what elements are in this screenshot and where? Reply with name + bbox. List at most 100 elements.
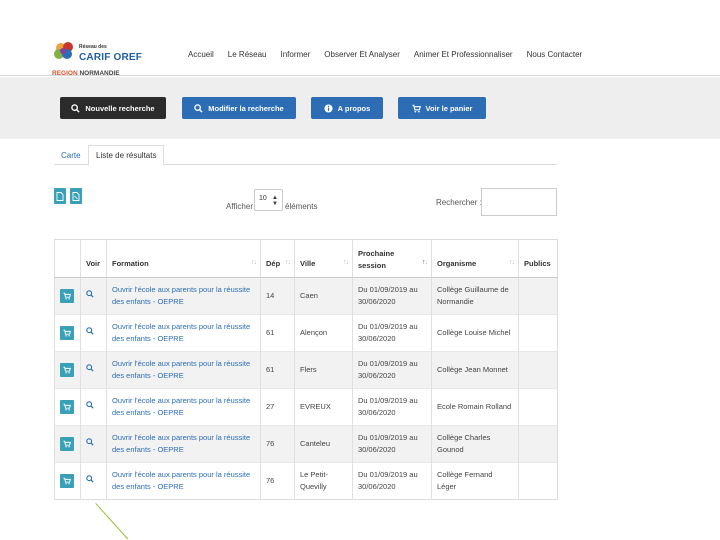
formation-cell: Ouvrir l'école aux parents pour la réuss… — [106, 425, 261, 463]
nav-item-informer[interactable]: Informer — [281, 50, 311, 59]
dep-cell: 14 — [260, 277, 295, 315]
search-toolbar: Nouvelle recherche Modifier la recherche… — [0, 77, 720, 139]
table-header-row: Voir Formation ↑↓ Dép ↑↓ Ville ↑↓ Prochaine… — [54, 239, 558, 278]
publics-cell — [518, 388, 558, 426]
elements-label: éléments — [285, 202, 318, 211]
spreadsheet-icon — [72, 191, 80, 201]
dep-cell: 61 — [260, 314, 295, 352]
organisme-cell: Collège Fernand Léger — [431, 462, 519, 500]
column-header-formation[interactable]: Formation ↑↓ — [106, 239, 261, 278]
sort-icon: ↑↓ — [285, 259, 291, 266]
search-label: Rechercher : — [436, 198, 482, 207]
publics-cell — [518, 462, 558, 500]
cart-icon — [411, 104, 421, 112]
cart-icon — [63, 440, 71, 448]
column-header-session[interactable]: Prochaine session ↑↓ — [352, 239, 432, 278]
dep-cell: 76 — [260, 425, 295, 463]
column-header-dep[interactable]: Dép ↑↓ — [260, 239, 295, 278]
add-to-cart-button[interactable] — [60, 326, 74, 340]
ville-cell: Canteleu — [294, 425, 353, 463]
view-details-icon[interactable] — [86, 327, 94, 339]
formation-link[interactable]: Ouvrir l'école aux parents pour la réuss… — [112, 285, 250, 306]
cart-cell — [54, 314, 81, 352]
view-details-icon[interactable] — [86, 401, 94, 413]
view-cart-button[interactable]: Voir le panier — [398, 97, 486, 119]
nav-item-reseau[interactable]: Le Réseau — [228, 50, 267, 59]
table-row: Ouvrir l'école aux parents pour la réuss… — [54, 462, 558, 500]
cart-icon — [63, 366, 71, 374]
publics-cell — [518, 277, 558, 315]
sort-icon: ↑↓ — [251, 259, 257, 266]
select-caret-icon: ▲ ▼ — [272, 195, 278, 207]
page-size-value: 10 — [259, 195, 267, 202]
view-details-icon[interactable] — [86, 364, 94, 376]
formation-cell: Ouvrir l'école aux parents pour la réuss… — [106, 462, 261, 500]
formation-link[interactable]: Ouvrir l'école aux parents pour la réuss… — [112, 433, 250, 454]
export-excel-button[interactable] — [70, 188, 82, 204]
session-cell: Du 01/09/2019 au 30/06/2020 — [352, 277, 432, 315]
search-input[interactable] — [481, 188, 557, 216]
organisme-cell: Collège Charles Gounod — [431, 425, 519, 463]
cart-icon — [63, 403, 71, 411]
table-row: Ouvrir l'école aux parents pour la réuss… — [54, 388, 558, 426]
ville-cell: Caen — [294, 277, 353, 315]
add-to-cart-button[interactable] — [60, 400, 74, 414]
view-details-icon[interactable] — [86, 290, 94, 302]
page-size-select[interactable]: 10 ▲ ▼ — [254, 189, 283, 211]
modify-search-button[interactable]: Modifier la recherche — [182, 97, 296, 119]
info-icon — [324, 103, 333, 113]
cart-icon — [63, 292, 71, 300]
column-header-ville[interactable]: Ville ↑↓ — [294, 239, 353, 278]
nav-item-observer[interactable]: Observer Et Analyser — [324, 50, 400, 59]
carif-oref-logo[interactable]: Réseau des CARIF OREF REGION NORMANDIE — [52, 38, 142, 82]
formation-link[interactable]: Ouvrir l'école aux parents pour la réuss… — [112, 470, 250, 491]
show-label: Afficher — [226, 202, 253, 211]
organisme-cell: Ecole Romain Rolland — [431, 388, 519, 426]
column-header-publics[interactable]: Publics — [518, 239, 558, 278]
formation-link[interactable]: Ouvrir l'école aux parents pour la réuss… — [112, 322, 250, 343]
sort-ascending-icon: ↑↓ — [422, 259, 428, 266]
session-cell: Du 01/09/2019 au 30/06/2020 — [352, 462, 432, 500]
about-button[interactable]: A propos — [311, 97, 383, 119]
result-tabs: Carte Liste de résultats — [54, 145, 557, 166]
table-row: Ouvrir l'école aux parents pour la réuss… — [54, 277, 558, 315]
results-table: Voir Formation ↑↓ Dép ↑↓ Ville ↑↓ Prochaine… — [54, 239, 558, 500]
nav-item-contact[interactable]: Nous Contacter — [527, 50, 583, 59]
decorative-line-bottom — [95, 503, 129, 540]
column-header-organisme-label: Organisme — [437, 258, 477, 268]
add-to-cart-button[interactable] — [60, 474, 74, 488]
column-header-organisme[interactable]: Organisme ↑↓ — [431, 239, 519, 278]
publics-cell — [518, 425, 558, 463]
tab-results-list[interactable]: Liste de résultats — [88, 145, 165, 166]
add-to-cart-button[interactable] — [60, 289, 74, 303]
site-header: Réseau des CARIF OREF REGION NORMANDIE A… — [0, 0, 720, 77]
new-search-button[interactable]: Nouvelle recherche — [60, 97, 166, 119]
formation-link[interactable]: Ouvrir l'école aux parents pour la réuss… — [112, 359, 250, 380]
logo-region-name: NORMANDIE — [79, 70, 120, 77]
add-to-cart-button[interactable] — [60, 363, 74, 377]
dep-cell: 76 — [260, 462, 295, 500]
sort-icon: ↑↓ — [343, 259, 349, 266]
column-header-publics-label: Publics — [524, 258, 551, 268]
dep-cell: 61 — [260, 351, 295, 389]
column-header-ville-label: Ville — [300, 258, 316, 268]
nav-item-animer[interactable]: Animer Et Professionnaliser — [414, 50, 513, 59]
formation-cell: Ouvrir l'école aux parents pour la réuss… — [106, 388, 261, 426]
view-cell — [80, 314, 107, 352]
tab-map[interactable]: Carte — [54, 145, 88, 165]
export-pdf-button[interactable] — [54, 188, 66, 204]
add-to-cart-button[interactable] — [60, 437, 74, 451]
logo-region: REGION NORMANDIE — [52, 70, 120, 77]
formation-link[interactable]: Ouvrir l'école aux parents pour la réuss… — [112, 396, 250, 417]
publics-cell — [518, 314, 558, 352]
nav-item-accueil[interactable]: Accueil — [188, 50, 214, 59]
cart-cell — [54, 388, 81, 426]
document-icon — [56, 191, 64, 201]
new-search-label: Nouvelle recherche — [85, 103, 155, 113]
view-details-icon[interactable] — [86, 438, 94, 450]
view-cell — [80, 462, 107, 500]
table-row: Ouvrir l'école aux parents pour la réuss… — [54, 425, 558, 463]
view-details-icon[interactable] — [86, 475, 94, 487]
about-label: A propos — [337, 103, 371, 113]
view-cell — [80, 425, 107, 463]
